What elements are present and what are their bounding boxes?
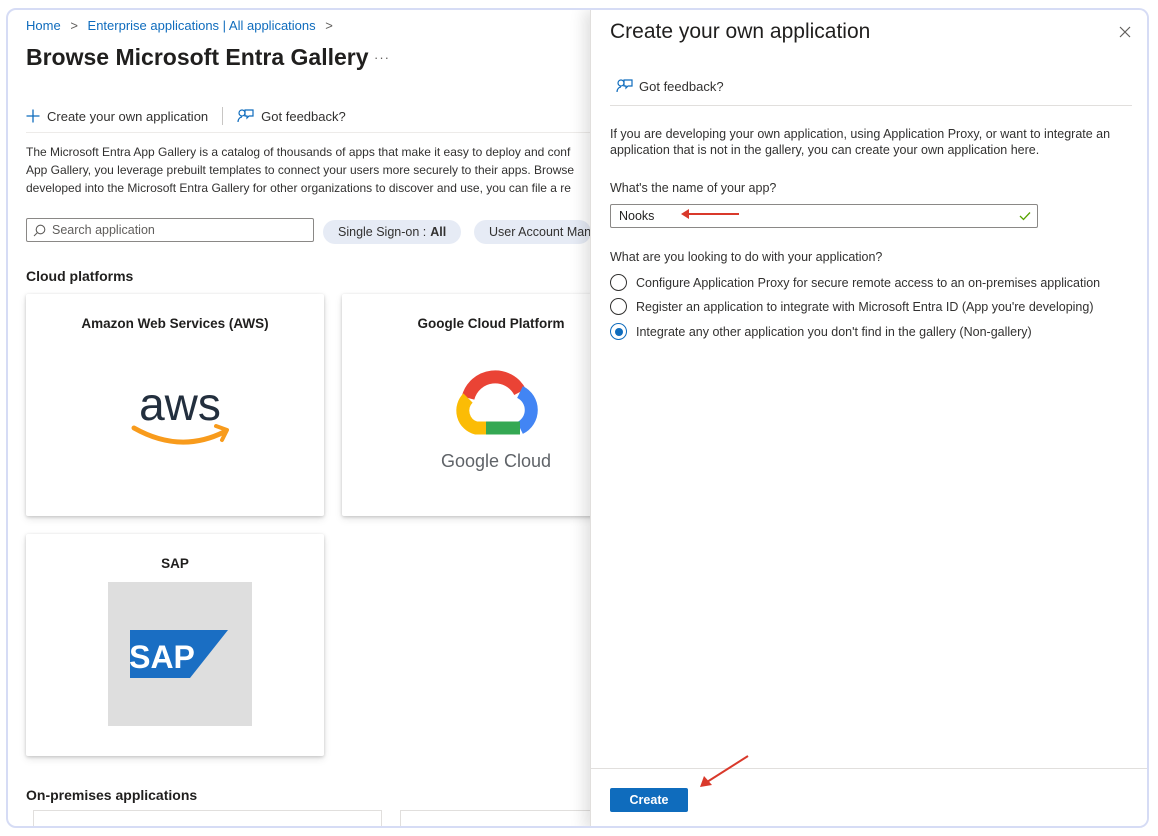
description-line: The Microsoft Entra App Gallery is a cat… — [26, 145, 571, 159]
divider — [26, 132, 590, 133]
close-icon[interactable] — [1117, 24, 1133, 40]
command-bar: Create your own application Got feedback… — [26, 104, 346, 128]
got-feedback-button[interactable]: Got feedback? — [237, 108, 346, 124]
filter-label: Single Sign-on : — [338, 225, 427, 239]
app-tile-sap[interactable]: SAP SAP — [26, 534, 324, 756]
feedback-icon — [616, 79, 633, 93]
panel-title: Create your own application — [610, 20, 871, 43]
page-title: Browse Microsoft Entra Gallery — [26, 44, 369, 70]
command-separator — [222, 107, 224, 125]
app-name-input[interactable] — [610, 204, 1038, 228]
app-name-label: What's the name of your app? — [610, 181, 777, 195]
divider — [610, 105, 1132, 106]
option-register-app[interactable]: Register an application to integrate wit… — [610, 298, 1093, 315]
tile-name: SAP — [161, 556, 189, 571]
breadcrumb: Home > Enterprise applications | All app… — [26, 18, 339, 33]
create-own-app-label: Create your own application — [47, 108, 209, 124]
got-feedback-label: Got feedback? — [261, 108, 346, 124]
option-label: Integrate any other application you don'… — [636, 324, 1032, 339]
annotation-arrow-icon — [700, 755, 749, 787]
radio-button[interactable] — [610, 298, 627, 315]
breadcrumb-enterprise-apps[interactable]: Enterprise applications | All applicatio… — [88, 18, 316, 33]
app-purpose-question: What are you looking to do with your app… — [610, 250, 883, 264]
aws-logo-text: aws — [139, 378, 221, 430]
search-input[interactable]: Search application — [52, 223, 155, 237]
app-tile-partial[interactable] — [33, 810, 382, 826]
section-cloud-platforms: Cloud platforms — [26, 268, 134, 284]
tile-name: Google Cloud Platform — [417, 316, 565, 331]
chevron-right-icon: > — [325, 18, 333, 33]
create-button[interactable]: Create — [610, 788, 688, 812]
option-non-gallery[interactable]: Integrate any other application you don'… — [610, 323, 1032, 340]
gallery-page: Home > Enterprise applications | All app… — [8, 10, 590, 826]
panel-intro: If you are developing your own applicati… — [610, 126, 1140, 158]
panel-feedback-label: Got feedback? — [639, 78, 724, 94]
feedback-icon — [237, 109, 254, 123]
breadcrumb-home[interactable]: Home — [26, 18, 61, 33]
ellipsis-icon[interactable]: ··· — [374, 50, 390, 65]
app-tile-partial[interactable] — [400, 810, 590, 826]
browser-frame: Home > Enterprise applications | All app… — [6, 8, 1149, 828]
app-tile-google-cloud[interactable]: Google Cloud Platform Google Cloud — [342, 294, 590, 516]
option-label: Configure Application Proxy for secure r… — [636, 275, 1101, 290]
google-cloud-logo-text: Google Cloud — [441, 451, 551, 471]
intro-line: application that is not in the gallery, … — [610, 143, 1040, 157]
checkmark-icon — [1019, 212, 1031, 221]
google-cloud-logo: Google Cloud — [424, 342, 568, 486]
tile-name: Amazon Web Services (AWS) — [81, 316, 269, 331]
description-line: developed into the Microsoft Entra Galle… — [26, 181, 571, 195]
radio-button[interactable] — [610, 274, 627, 291]
aws-logo: aws — [108, 342, 252, 486]
plus-icon — [26, 109, 40, 123]
option-app-proxy[interactable]: Configure Application Proxy for secure r… — [610, 274, 1100, 291]
app-tile-aws[interactable]: Amazon Web Services (AWS) aws — [26, 294, 324, 516]
option-label: Register an application to integrate wit… — [636, 299, 1094, 314]
create-own-app-button[interactable]: Create your own application — [26, 109, 208, 124]
panel-feedback-button[interactable]: Got feedback? — [616, 78, 724, 94]
sap-logo-text: SAP — [129, 639, 195, 675]
create-app-panel: Create your own application Got feedback… — [590, 10, 1147, 826]
filter-user-account[interactable]: User Account Man — [474, 220, 590, 244]
sap-logo: SAP — [108, 582, 252, 726]
search-box[interactable]: Search application — [26, 218, 314, 242]
gallery-description: The Microsoft Entra App Gallery is a cat… — [26, 143, 590, 197]
footer-divider — [591, 768, 1147, 769]
intro-line: If you are developing your own applicati… — [610, 127, 1111, 141]
filter-value: All — [430, 225, 447, 239]
description-line: App Gallery, you leverage prebuilt templ… — [26, 163, 575, 177]
section-on-premises: On-premises applications — [26, 787, 198, 803]
search-icon — [33, 224, 46, 236]
filter-label: User Account Man — [489, 225, 590, 239]
radio-button-selected[interactable] — [610, 323, 627, 340]
filter-single-sign-on[interactable]: Single Sign-on : All — [323, 220, 462, 244]
chevron-right-icon: > — [70, 18, 78, 33]
